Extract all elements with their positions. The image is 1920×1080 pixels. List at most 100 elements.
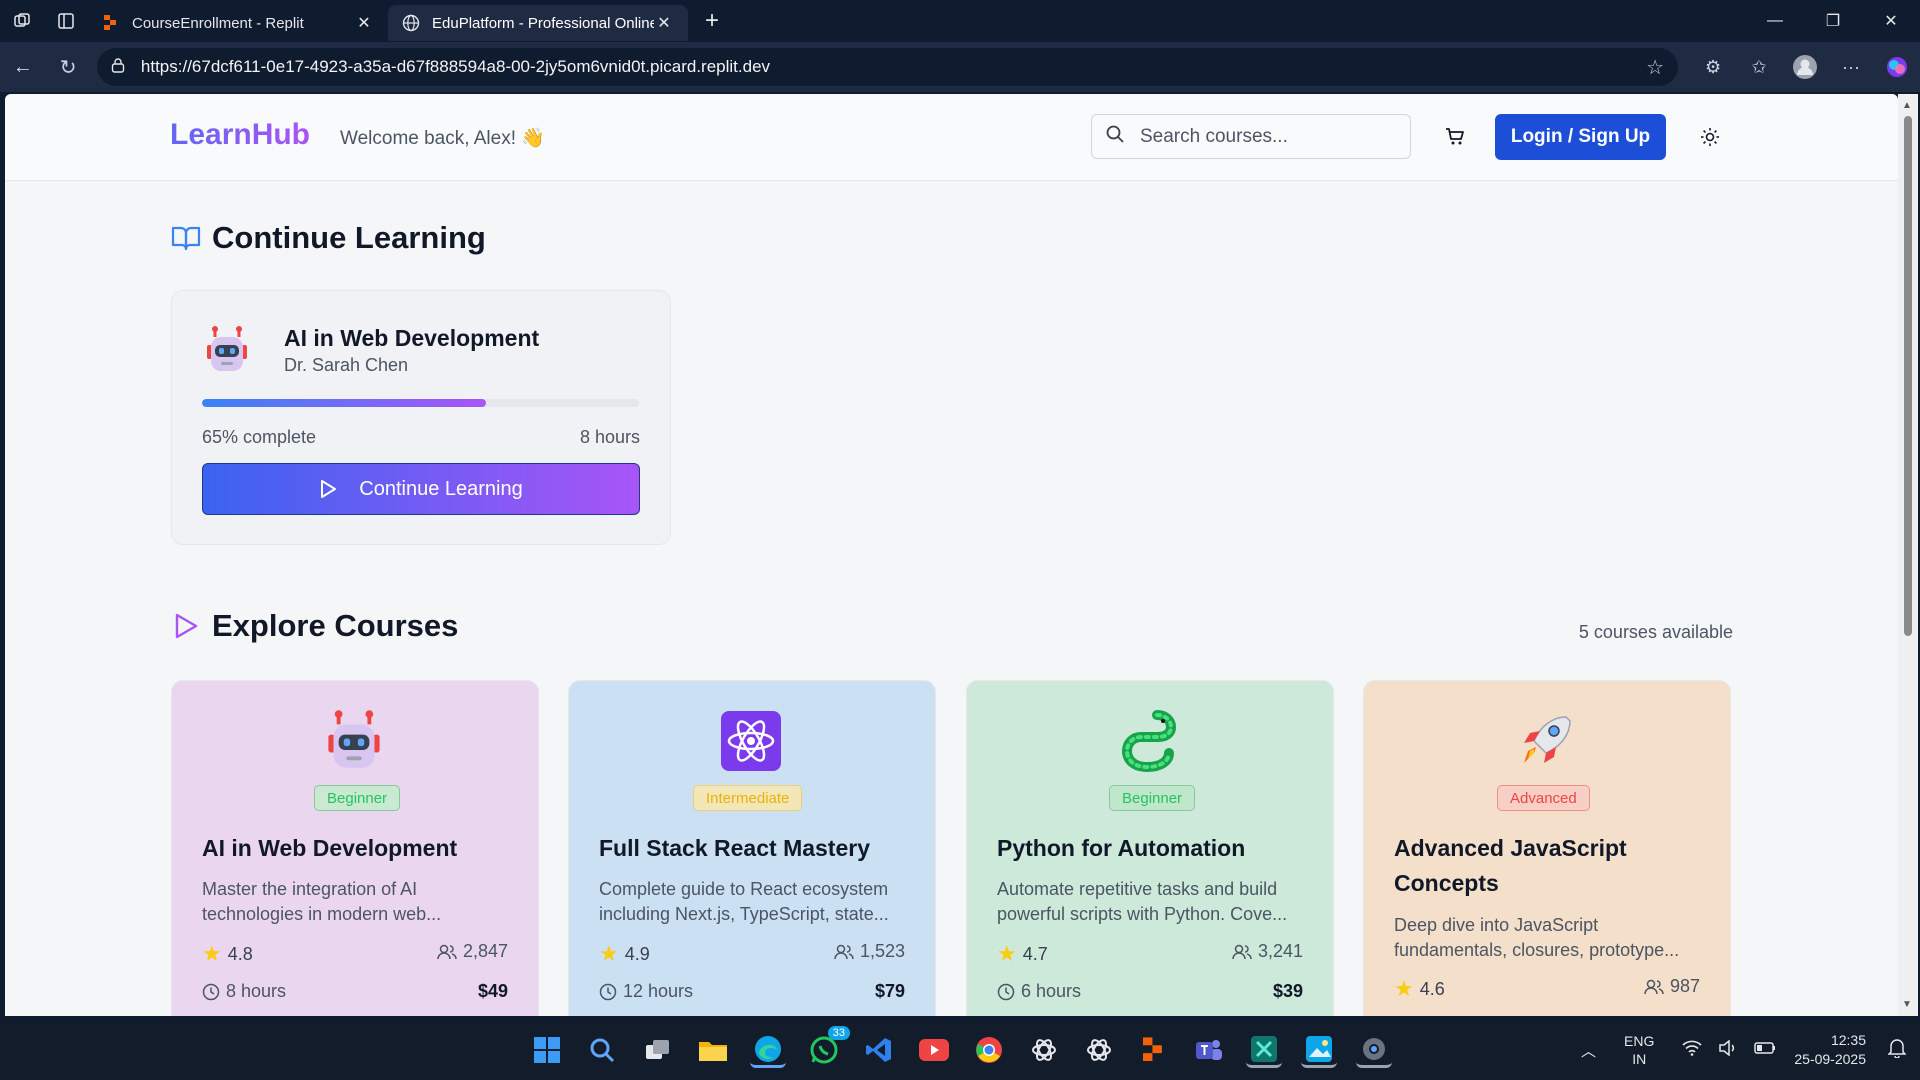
- users-icon: [1232, 943, 1252, 961]
- url-field[interactable]: https://67dcf611-0e17-4923-a35a-d67f8885…: [96, 48, 1679, 86]
- chevron-up-icon[interactable]: ︿: [1581, 1040, 1596, 1061]
- tab-label: EduPlatform - Professional Online: [432, 14, 654, 32]
- replit-icon: [102, 14, 120, 32]
- course-card[interactable]: Beginner Python for Automation Automate …: [966, 680, 1334, 1016]
- rating-value: 4.9: [624, 943, 650, 964]
- wifi-icon[interactable]: [1682, 1040, 1702, 1060]
- windows-taskbar: 33 ︿ ENG IN 12:35 25-09-2025: [0, 1020, 1920, 1080]
- workspaces-icon[interactable]: [0, 0, 44, 42]
- course-rating: ★ 4.9: [599, 941, 650, 967]
- students-value: 1,523: [859, 941, 905, 961]
- favorite-star-icon[interactable]: ☆: [1646, 55, 1664, 80]
- settings-gear-icon[interactable]: [1356, 1032, 1392, 1068]
- course-students: 987: [1644, 976, 1700, 997]
- date: 25-09-2025: [1794, 1051, 1866, 1067]
- continue-learning-label: Continue Learning: [359, 477, 523, 500]
- battery-icon[interactable]: [1754, 1041, 1776, 1059]
- star-icon: ★: [599, 941, 619, 966]
- cart-icon[interactable]: [1440, 122, 1470, 152]
- new-tab-button[interactable]: +: [692, 3, 732, 39]
- windows-start-icon[interactable]: [529, 1032, 565, 1068]
- notification-bell-icon[interactable]: [1887, 1038, 1907, 1062]
- back-icon[interactable]: ←: [0, 47, 45, 87]
- continue-course-card: AI in Web Development Dr. Sarah Chen 65%…: [171, 290, 671, 545]
- tab-eduplatform[interactable]: EduPlatform - Professional Online ✕: [388, 5, 688, 41]
- browser-titlebar: CourseEnrollment - Replit ✕ EduPlatform …: [0, 0, 1920, 42]
- login-signup-button[interactable]: Login / Sign Up: [1495, 114, 1666, 160]
- course-description: Complete guide to React ecosystem includ…: [599, 879, 889, 924]
- course-duration: 8 hours: [202, 981, 286, 1002]
- close-window-icon[interactable]: ✕: [1862, 0, 1920, 42]
- continue-learning-button[interactable]: Continue Learning: [202, 463, 640, 515]
- scrollbar-thumb[interactable]: [1904, 116, 1912, 636]
- whatsapp-icon[interactable]: 33: [806, 1026, 850, 1068]
- course-title: Advanced JavaScript Concepts: [1394, 835, 1627, 896]
- clock-icon: [202, 983, 220, 1001]
- snipping-app-icon[interactable]: [1246, 1032, 1282, 1068]
- search-box[interactable]: [1091, 114, 1411, 159]
- rating-value: 4.7: [1022, 943, 1048, 964]
- task-view-icon[interactable]: [640, 1032, 676, 1068]
- level-badge: Advanced: [1497, 785, 1590, 811]
- lock-icon[interactable]: [111, 57, 131, 78]
- continue-course-title: AI in Web Development: [284, 325, 540, 351]
- play-outline-icon: [170, 610, 202, 642]
- language-indicator[interactable]: ENG IN: [1624, 1032, 1654, 1068]
- search-icon[interactable]: [584, 1032, 620, 1068]
- students-value: 2,847: [462, 941, 508, 961]
- file-explorer-icon[interactable]: [695, 1032, 731, 1068]
- extensions-icon[interactable]: ⚙: [1690, 47, 1736, 87]
- course-rating: ★ 4.6: [1394, 976, 1445, 1002]
- more-options-icon[interactable]: ···: [1828, 47, 1874, 87]
- welcome-text: Welcome back, Alex! 👋: [340, 128, 545, 149]
- site-header: LearnHub Welcome back, Alex! 👋 Login / S…: [5, 94, 1898, 181]
- vscode-icon[interactable]: [861, 1032, 897, 1068]
- course-students: 3,241: [1232, 941, 1303, 962]
- photos-icon[interactable]: [1301, 1032, 1337, 1068]
- logo[interactable]: LearnHub: [170, 118, 310, 152]
- course-card[interactable]: Beginner AI in Web Development Master th…: [171, 680, 539, 1016]
- continue-course-instructor: Dr. Sarah Chen: [284, 355, 409, 375]
- book-open-icon: [170, 222, 202, 254]
- theme-toggle-sun-icon[interactable]: [1695, 122, 1725, 152]
- course-card[interactable]: Intermediate Full Stack React Mastery Co…: [568, 680, 936, 1016]
- chatgpt-alt-icon[interactable]: [1081, 1032, 1117, 1068]
- vertical-tabs-icon[interactable]: [44, 0, 88, 42]
- search-input[interactable]: [1140, 125, 1380, 148]
- profile-avatar-icon[interactable]: [1782, 47, 1828, 87]
- globe-icon: [402, 14, 420, 32]
- copilot-icon[interactable]: [1874, 47, 1920, 87]
- chrome-icon[interactable]: [971, 1032, 1007, 1068]
- duration-value: 12 hours: [623, 981, 694, 1001]
- close-icon[interactable]: ✕: [354, 13, 374, 33]
- time: 12:35: [1830, 1032, 1866, 1048]
- favorites-icon[interactable]: ✩: [1736, 47, 1782, 87]
- address-bar-row: ← ↻ https://67dcf611-0e17-4923-a35a-d67f…: [0, 42, 1920, 92]
- close-icon[interactable]: ✕: [654, 13, 674, 33]
- restore-icon[interactable]: ❐: [1804, 0, 1862, 42]
- students-value: 3,241: [1257, 941, 1303, 961]
- scroll-down-icon[interactable]: ▼: [1902, 999, 1912, 1010]
- tab-course-enrollment[interactable]: CourseEnrollment - Replit ✕: [88, 5, 388, 41]
- system-tray: ︿ ENG IN 12:35 25-09-2025: [1573, 1020, 1920, 1080]
- youtube-icon[interactable]: [916, 1032, 952, 1068]
- minimize-icon[interactable]: —: [1746, 0, 1804, 42]
- courses-count: 5 courses available: [1578, 622, 1733, 642]
- level-badge: Beginner: [314, 785, 401, 811]
- clock[interactable]: 12:35 25-09-2025: [1794, 1031, 1866, 1069]
- progress-bar-fill: [202, 399, 487, 407]
- course-card[interactable]: Advanced Advanced JavaScript Concepts De…: [1363, 680, 1731, 1016]
- star-icon: ★: [997, 941, 1017, 966]
- teams-icon[interactable]: [1191, 1032, 1227, 1068]
- edge-browser-icon[interactable]: [750, 1032, 786, 1068]
- rating-value: 4.8: [227, 943, 253, 964]
- chatgpt-icon[interactable]: [1026, 1032, 1062, 1068]
- course-rating: ★ 4.7: [997, 941, 1048, 967]
- course-duration: 12 hours: [599, 981, 693, 1002]
- course-duration: 6 hours: [997, 981, 1081, 1002]
- refresh-icon[interactable]: ↻: [45, 47, 90, 87]
- volume-icon[interactable]: [1718, 1039, 1738, 1060]
- replit-icon[interactable]: [1136, 1032, 1172, 1068]
- page-scrollbar[interactable]: ▲ ▼: [1898, 94, 1918, 1016]
- scroll-up-icon[interactable]: ▲: [1902, 100, 1912, 111]
